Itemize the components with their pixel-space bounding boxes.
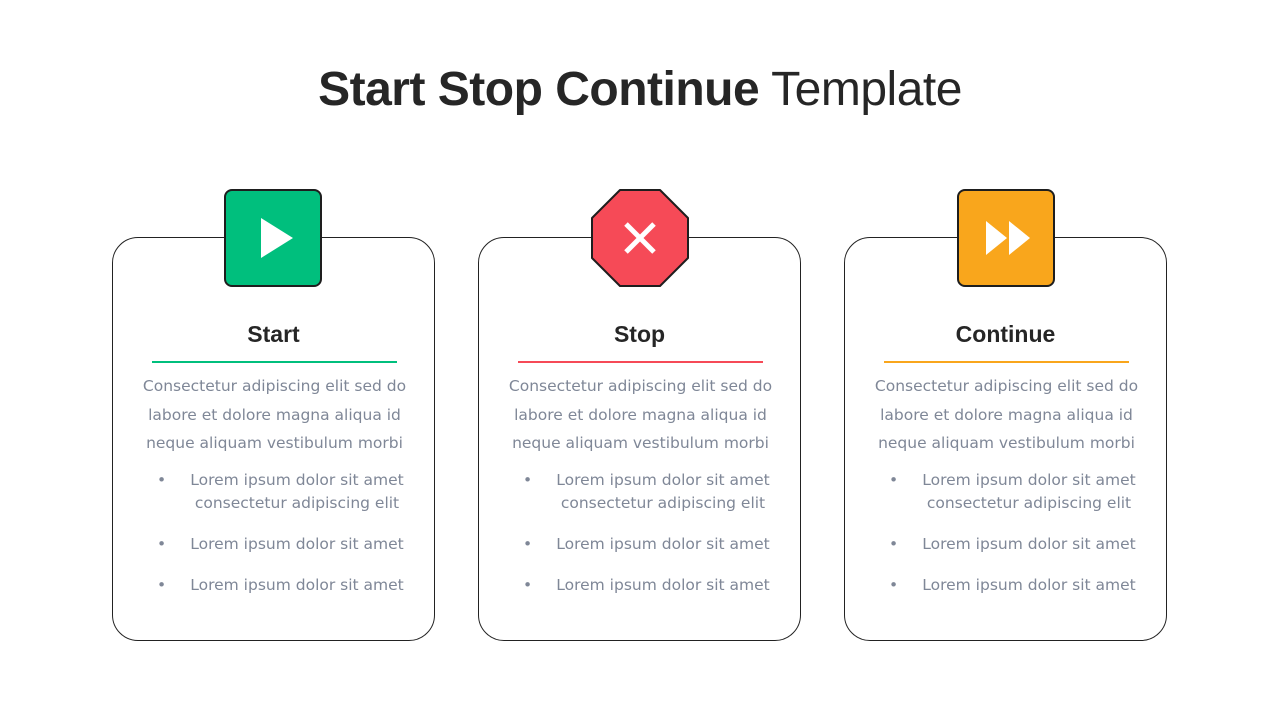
card-description: Consectetur adipiscing elit sed do labor…	[874, 377, 1139, 452]
continue-card: Continue Consectetur adipiscing elit sed…	[844, 237, 1167, 641]
close-x-icon	[591, 189, 689, 287]
card-description: Consectetur adipiscing elit sed do labor…	[508, 377, 773, 452]
bullet-dot: •	[889, 471, 899, 489]
bullet-item: • Lorem ipsum dolor sit amet	[515, 533, 775, 556]
bullet-text: Lorem ipsum dolor sit amet	[556, 535, 770, 553]
card-divider	[884, 361, 1129, 363]
bullet-item: • Lorem ipsum dolor sit amet consectetur …	[515, 469, 775, 515]
bullet-item: • Lorem ipsum dolor sit amet	[149, 574, 409, 597]
bullet-dot: •	[523, 576, 533, 594]
card-divider	[518, 361, 763, 363]
card-divider	[152, 361, 397, 363]
card-heading: Stop	[613, 321, 666, 347]
title-bold: Start Stop Continue	[318, 63, 760, 116]
bullet-text: Lorem ipsum dolor sit amet	[922, 535, 1136, 553]
stop-card: Stop Consectetur adipiscing elit sed do …	[478, 237, 801, 641]
start-card: Start Consectetur adipiscing elit sed do…	[112, 237, 435, 641]
bullet-text: Lorem ipsum dolor sit amet consectetur a…	[556, 471, 770, 512]
bullet-item: • Lorem ipsum dolor sit amet	[881, 533, 1141, 556]
bullet-dot: •	[157, 471, 167, 489]
bullet-item: • Lorem ipsum dolor sit amet	[149, 533, 409, 556]
bullet-list: • Lorem ipsum dolor sit amet consectetur …	[881, 469, 1141, 597]
bullet-text: Lorem ipsum dolor sit amet consectetur a…	[190, 471, 404, 512]
bullet-dot: •	[157, 535, 167, 553]
bullet-item: • Lorem ipsum dolor sit amet	[881, 574, 1141, 597]
play-icon	[224, 189, 322, 287]
bullet-text: Lorem ipsum dolor sit amet	[190, 535, 404, 553]
fast-forward-icon	[957, 189, 1055, 287]
card-heading: Continue	[955, 321, 1056, 347]
bullet-item: • Lorem ipsum dolor sit amet	[515, 574, 775, 597]
bullet-dot: •	[523, 535, 533, 553]
bullet-dot: •	[523, 471, 533, 489]
bullet-text: Lorem ipsum dolor sit amet	[556, 576, 770, 594]
bullet-list: • Lorem ipsum dolor sit amet consectetur …	[149, 469, 409, 597]
bullet-text: Lorem ipsum dolor sit amet	[190, 576, 404, 594]
bullet-item: • Lorem ipsum dolor sit amet consectetur …	[881, 469, 1141, 515]
bullet-text: Lorem ipsum dolor sit amet	[922, 576, 1136, 594]
card-description: Consectetur adipiscing elit sed do labor…	[142, 377, 407, 452]
bullet-item: • Lorem ipsum dolor sit amet consectetur …	[149, 469, 409, 515]
bullet-dot: •	[889, 576, 899, 594]
bullet-text: Lorem ipsum dolor sit amet consectetur a…	[922, 471, 1136, 512]
bullet-dot: •	[157, 576, 167, 594]
title-light: Template	[759, 63, 962, 116]
bullet-dot: •	[889, 535, 899, 553]
card-heading: Start	[247, 321, 300, 347]
page-title: Start Stop Continue Template	[0, 62, 1280, 117]
bullet-list: • Lorem ipsum dolor sit amet consectetur …	[515, 469, 775, 597]
